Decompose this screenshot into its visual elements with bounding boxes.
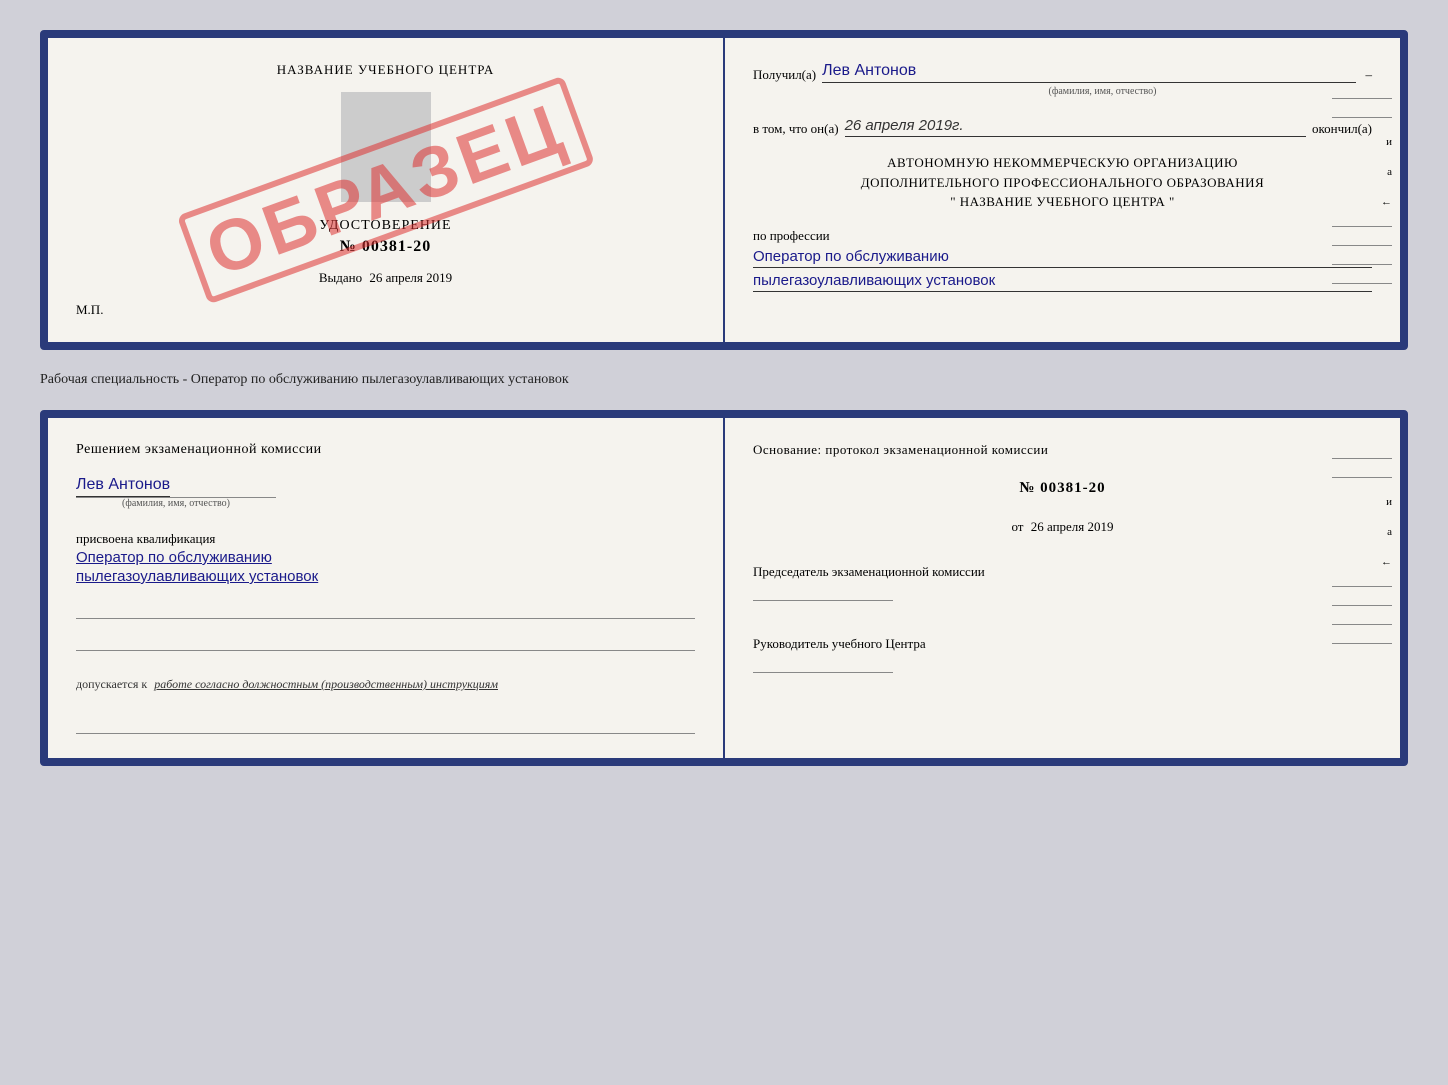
b-dash-5 [1332,624,1392,625]
qualification-line2: пылегазоулавливающих установок [76,568,695,585]
dash-1 [1332,98,1392,99]
head-sig-line [753,653,893,673]
profession-label: по профессии [753,228,830,243]
sig-line-3 [76,714,695,734]
chairman-label: Председатель экзаменационной комиссии [753,563,1372,581]
bottom-right-panel: Основание: протокол экзаменационной коми… [725,418,1400,758]
org-line3: " НАЗВАНИЕ УЧЕБНОГО ЦЕНТРА " [753,192,1372,212]
allow-prefix: допускается к [76,677,147,691]
photo-placeholder [341,92,431,202]
bottom-sig-lines [76,599,695,651]
mp-line: М.П. [76,302,103,318]
cert-title: УДОСТОВЕРЕНИЕ [319,218,451,234]
dash-5 [1332,264,1392,265]
org-block: АВТОНОМНУЮ НЕКОММЕРЧЕСКУЮ ОРГАНИЗАЦИЮ ДО… [753,153,1372,212]
mark-a: а [1332,166,1392,178]
protocol-date-prefix: от [1011,519,1023,534]
completed-date: 26 апреля 2019г. [845,117,1306,137]
completed-field: в том, что он(а) 26 апреля 2019г. окончи… [753,117,1372,137]
profession-line2: пылегазоулавливающих установок [753,272,1372,292]
received-field: Получил(а) Лев Антонов – [753,62,1372,83]
dash-4 [1332,245,1392,246]
chairman-sig-line [753,581,893,601]
mark-i: и [1332,136,1392,148]
b-dash-6 [1332,643,1392,644]
profession-line1: Оператор по обслуживанию [753,248,1372,268]
issued-date: 26 апреля 2019 [369,270,452,285]
sig-line-2 [76,631,695,651]
completed-prefix: в том, что он(а) [753,121,839,137]
b-mark-i: и [1332,496,1392,508]
org-line1: АВТОНОМНУЮ НЕКОММЕРЧЕСКУЮ ОРГАНИЗАЦИЮ [753,153,1372,173]
head-label: Руководитель учебного Центра [753,635,1372,653]
sig-line-1 [76,599,695,619]
person-name-sub: (фамилия, имя, отчество) [76,497,276,509]
decision-text: Решением экзаменационной комиссии [76,442,695,458]
top-center-title: НАЗВАНИЕ УЧЕБНОГО ЦЕНТРА [277,62,494,78]
top-document-card: НАЗВАНИЕ УЧЕБНОГО ЦЕНТРА ОБРАЗЕЦ УДОСТОВ… [40,30,1408,350]
right-dashes-bottom: и а ← [1332,458,1392,644]
qualification-line1: Оператор по обслуживанию [76,549,695,566]
b-dash-2 [1332,477,1392,478]
certificate-block: УДОСТОВЕРЕНИЕ № 00381-20 [319,218,451,256]
org-line2: ДОПОЛНИТЕЛЬНОГО ПРОФЕССИОНАЛЬНОГО ОБРАЗО… [753,173,1372,193]
b-dash-3 [1332,586,1392,587]
top-right-panel: Получил(а) Лев Антонов – (фамилия, имя, … [725,38,1400,342]
allow-text: допускается к работе согласно должностны… [76,677,695,692]
profession-block: по профессии Оператор по обслуживанию пы… [753,228,1372,292]
bottom-document-card: Решением экзаменационной комиссии Лев Ан… [40,410,1408,766]
received-label: Получил(а) [753,67,816,83]
protocol-number: № 00381-20 [753,480,1372,497]
basis-title: Основание: протокол экзаменационной коми… [753,442,1372,458]
issued-line: Выдано 26 апреля 2019 [319,270,452,286]
dash-6 [1332,283,1392,284]
qualification-label: присвоена квалификация [76,531,695,547]
protocol-date-value: 26 апреля 2019 [1031,519,1114,534]
right-side-dashes: и а ← [1332,98,1392,284]
b-dash-1 [1332,458,1392,459]
separator-text: Рабочая специальность - Оператор по обсл… [40,368,1408,392]
protocol-date: от 26 апреля 2019 [753,519,1372,535]
head-block: Руководитель учебного Центра [753,635,1372,677]
bottom-left-panel: Решением экзаменационной комиссии Лев Ан… [48,418,725,758]
issued-label: Выдано [319,270,362,285]
person-name: Лев Антонов [76,476,170,497]
b-mark-arrow: ← [1332,556,1392,568]
dash-2 [1332,117,1392,118]
cert-number: № 00381-20 [319,238,451,256]
top-left-panel: НАЗВАНИЕ УЧЕБНОГО ЦЕНТРА ОБРАЗЕЦ УДОСТОВ… [48,38,725,342]
b-dash-4 [1332,605,1392,606]
allow-value: работе согласно должностным (производств… [154,677,498,691]
dash-3 [1332,226,1392,227]
b-mark-a: а [1332,526,1392,538]
received-name-sub: (фамилия, имя, отчество) [833,86,1372,97]
received-name: Лев Антонов [822,62,1355,83]
mark-arrow: ← [1332,196,1392,208]
chairman-block: Председатель экзаменационной комиссии [753,563,1372,605]
